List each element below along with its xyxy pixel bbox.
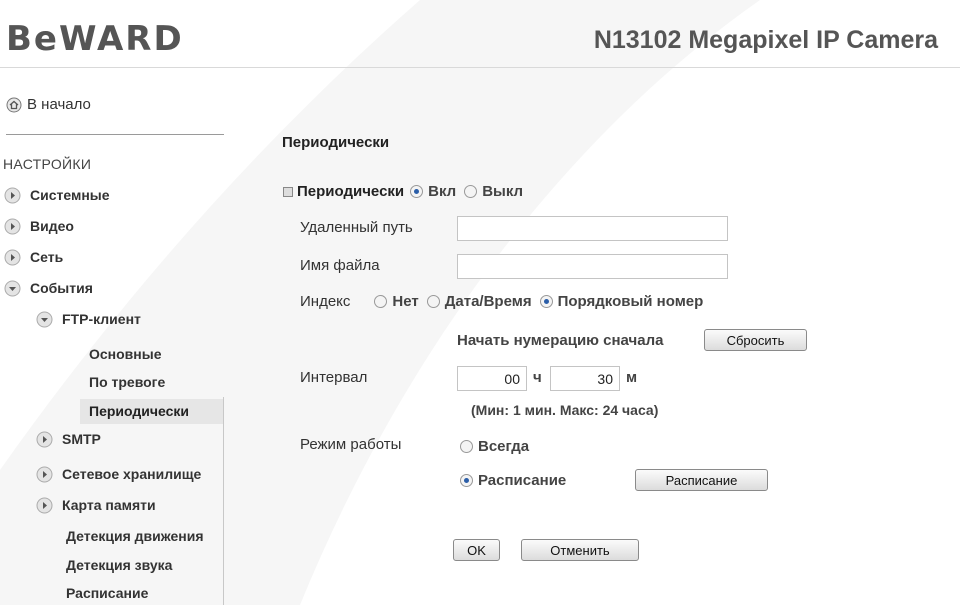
index-none-radio[interactable] xyxy=(374,295,388,308)
mode-always-label: Всегда xyxy=(478,438,530,455)
remote-path-label: Удаленный путь xyxy=(300,219,413,236)
sidebar-item-video[interactable]: Видео xyxy=(4,215,74,237)
ok-button[interactable]: OK xyxy=(453,539,500,561)
minutes-unit-row: м xyxy=(626,369,637,386)
mode-schedule-radio[interactable] xyxy=(460,474,473,487)
expand-arrow-icon xyxy=(36,497,53,513)
sidebar-item-smtp[interactable]: SMTP xyxy=(36,428,101,450)
collapse-arrow-icon xyxy=(4,280,21,296)
expand-arrow-icon xyxy=(36,431,53,447)
home-link[interactable]: В начало xyxy=(6,96,91,113)
interval-minutes-input[interactable] xyxy=(550,366,620,391)
square-bullet-icon xyxy=(283,186,293,197)
periodic-toggle-row: Периодически Вкл Выкл xyxy=(283,183,531,200)
interval-hint-row: (Мин: 1 мин. Макс: 24 часа) xyxy=(471,402,658,418)
sidebar: В начало НАСТРОЙКИ Системные Видео Сеть … xyxy=(0,69,224,605)
schedule-button[interactable]: Расписание xyxy=(635,469,768,491)
sidebar-item-schedule[interactable]: Расписание xyxy=(66,582,148,604)
interval-label: Интервал xyxy=(300,369,368,386)
collapse-arrow-icon xyxy=(36,311,53,327)
filename-label: Имя файла xyxy=(300,257,380,274)
index-datetime-radio[interactable] xyxy=(426,295,440,308)
expand-arrow-icon xyxy=(36,466,53,482)
sidebar-item-on-alarm[interactable]: По тревоге xyxy=(89,371,165,393)
interval-row: Интервал xyxy=(300,369,367,386)
expand-arrow-icon xyxy=(4,249,21,265)
index-sequence-radio[interactable] xyxy=(539,295,553,308)
sidebar-item-ftp-client[interactable]: FTP-клиент xyxy=(36,308,141,330)
mode-always-row: Всегда xyxy=(460,438,537,455)
settings-title: НАСТРОЙКИ xyxy=(3,156,92,172)
sidebar-item-network-storage[interactable]: Сетевое хранилище xyxy=(36,463,201,485)
index-none-label: Нет xyxy=(392,293,419,310)
sidebar-item-events[interactable]: События xyxy=(4,277,93,299)
index-datetime-label: Дата/Время xyxy=(444,293,532,310)
hours-unit-row: ч xyxy=(533,369,542,386)
remote-path-input[interactable] xyxy=(457,216,728,241)
sidebar-item-basic[interactable]: Основные xyxy=(89,343,162,365)
minutes-unit: м xyxy=(626,369,638,386)
mode-row: Режим работы xyxy=(300,436,401,453)
periodic-off-radio[interactable] xyxy=(464,185,478,198)
periodic-label: Периодически xyxy=(297,183,405,200)
main-panel: Периодически Периодически Вкл Выкл Удале… xyxy=(224,69,960,605)
mode-always-radio[interactable] xyxy=(460,440,473,453)
sidebar-item-network[interactable]: Сеть xyxy=(4,246,63,268)
sidebar-item-periodic[interactable]: Периодически xyxy=(80,399,224,424)
remote-path-row: Удаленный путь xyxy=(300,219,413,236)
restart-numbering-row: Начать нумерацию сначала xyxy=(457,332,663,349)
interval-hint: (Мин: 1 мин. Макс: 24 часа) xyxy=(471,402,659,418)
expand-arrow-icon xyxy=(4,187,21,203)
home-label: В начало xyxy=(27,96,91,113)
reset-button[interactable]: Сбросить xyxy=(704,329,807,351)
index-label: Индекс xyxy=(300,293,351,310)
header: BeWARD N13102 Megapixel IP Camera xyxy=(0,0,960,68)
periodic-on-radio[interactable] xyxy=(410,185,424,198)
sidebar-item-sound-detection[interactable]: Детекция звука xyxy=(66,554,172,576)
home-icon xyxy=(6,97,22,112)
index-sequence-label: Порядковый номер xyxy=(557,293,704,310)
logo: BeWARD xyxy=(6,19,184,59)
camera-title: N13102 Megapixel IP Camera xyxy=(593,26,938,54)
index-row: Индекс Нет Дата/Время Порядковый номер xyxy=(300,293,711,310)
hours-unit: ч xyxy=(533,369,542,386)
cancel-button[interactable]: Отменить xyxy=(521,539,639,561)
sidebar-divider xyxy=(6,134,224,135)
sidebar-item-motion-detection[interactable]: Детекция движения xyxy=(66,525,204,547)
periodic-off-label: Выкл xyxy=(482,183,524,200)
mode-label: Режим работы xyxy=(300,436,402,453)
mode-schedule-row: Расписание xyxy=(460,472,574,489)
mode-schedule-label: Расписание xyxy=(478,472,567,489)
periodic-on-label: Вкл xyxy=(428,183,457,200)
section-title: Периодически xyxy=(282,134,390,151)
filename-input[interactable] xyxy=(457,254,728,279)
expand-arrow-icon xyxy=(4,218,21,234)
restart-numbering-label: Начать нумерацию сначала xyxy=(457,332,664,349)
sidebar-item-system[interactable]: Системные xyxy=(4,184,110,206)
filename-row: Имя файла xyxy=(300,257,380,274)
sidebar-item-memory-card[interactable]: Карта памяти xyxy=(36,494,156,516)
interval-hours-input[interactable] xyxy=(457,366,527,391)
